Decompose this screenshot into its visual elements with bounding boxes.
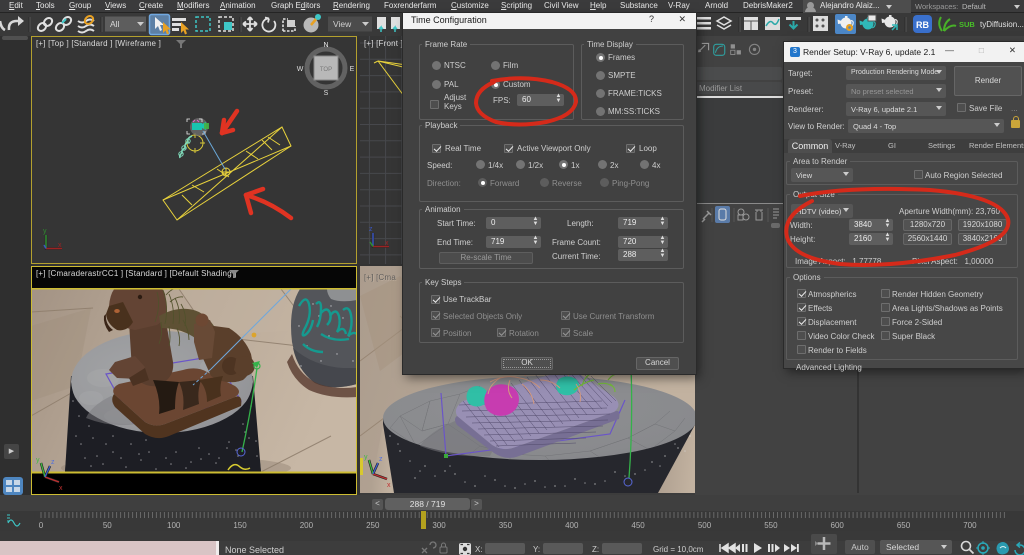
svg-text:500: 500: [698, 521, 712, 530]
svg-text:450: 450: [631, 521, 645, 530]
svg-text:300: 300: [432, 521, 446, 530]
svg-text:tyDiffusion...: tyDiffusion...: [980, 20, 1024, 29]
svg-text:S: S: [324, 90, 329, 97]
svg-text:z: z: [379, 456, 383, 463]
svg-text:x: x: [59, 485, 63, 492]
svg-text:x: x: [385, 240, 389, 247]
svg-text:y: y: [364, 454, 368, 461]
svg-text:200: 200: [300, 521, 314, 530]
svg-text:W: W: [297, 66, 304, 73]
svg-text:y: y: [43, 228, 47, 235]
svg-text:TOP: TOP: [320, 67, 332, 73]
svg-text:View: View: [333, 19, 352, 29]
svg-text:100: 100: [167, 521, 181, 530]
svg-text:y: y: [36, 457, 40, 464]
svg-text:700: 700: [963, 521, 977, 530]
svg-text:All: All: [110, 19, 120, 29]
svg-text:150: 150: [233, 521, 247, 530]
svg-text:z: z: [51, 459, 55, 466]
svg-text:SUB: SUB: [959, 20, 975, 29]
svg-text:z: z: [369, 226, 373, 233]
svg-text:600: 600: [831, 521, 845, 530]
svg-text:E: E: [350, 66, 355, 73]
svg-text:N: N: [323, 42, 328, 49]
svg-text:400: 400: [565, 521, 579, 530]
svg-text:x: x: [387, 482, 391, 489]
svg-text:550: 550: [764, 521, 778, 530]
svg-text:350: 350: [499, 521, 513, 530]
svg-text:x: x: [58, 242, 62, 249]
svg-text:RB: RB: [916, 20, 929, 30]
svg-text:50: 50: [103, 521, 112, 530]
svg-text:650: 650: [897, 521, 911, 530]
svg-text:0: 0: [39, 521, 44, 530]
svg-text:250: 250: [366, 521, 380, 530]
